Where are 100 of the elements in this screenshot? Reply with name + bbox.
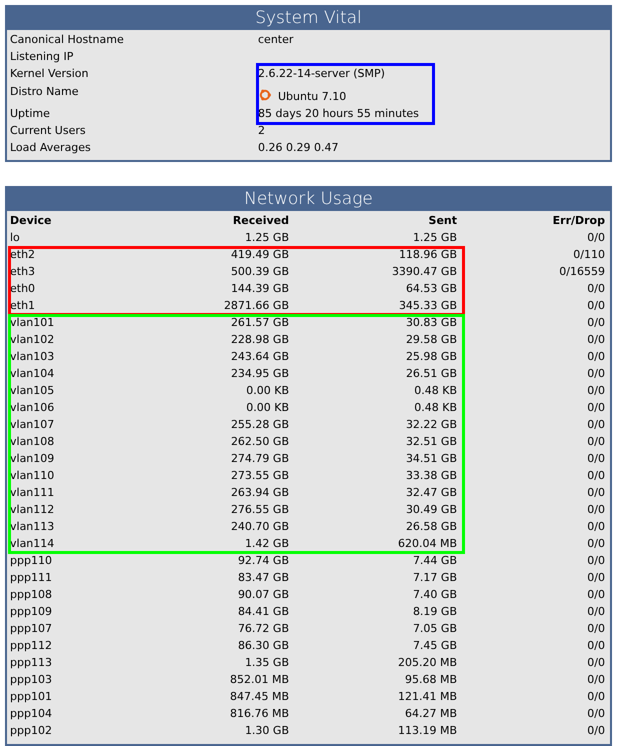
table-cell-text: lo [10,230,21,246]
column-header: Received [232,213,289,230]
table-cell-text: 240.70 GB [230,519,289,536]
table-cell-text: 7.05 GB [412,621,457,638]
table-cell-text: 95.68 MB [404,672,457,688]
table-cell-text: vlan109 [10,451,56,468]
table-cell-text: ppp102 [10,723,53,740]
table-cell-text: 8.19 GB [412,604,457,620]
table-cell-text: 0/0 [586,400,605,416]
table-cell-text: ppp112 [10,638,53,654]
table-cell-text: eth1 [10,298,36,314]
table-cell-text: 276.55 GB [230,502,289,518]
table-cell-text: ppp108 [10,587,53,604]
table-cell-text: 0.00 KB [245,383,289,400]
table-cell-text: 345.33 GB [398,298,457,314]
field-label: Current Users [10,123,87,140]
table-cell-text: 0/0 [586,706,605,722]
table-cell-text: 0/0 [586,349,605,366]
table-cell-text: 0/0 [586,587,605,604]
table-cell-text: 113.19 MB [396,723,457,740]
table-cell-text: 0/0 [586,536,605,552]
table-cell-text: vlan110 [10,468,56,484]
table-cell-text: eth3 [10,264,36,280]
table-cell-text: 0/0 [586,366,605,382]
table-cell-text: 30.49 GB [404,502,457,518]
table-cell-text: 0/0 [586,485,605,502]
table-cell-text: ppp104 [10,706,53,722]
table-cell-text: 234.95 GB [230,366,289,382]
table-cell-text: 25.98 GB [404,349,457,366]
table-cell-text: 1.25 GB [244,230,289,246]
table-cell-text: 33.38 GB [404,468,457,484]
table-cell-text: ppp107 [10,621,53,638]
table-cell-text: 0/0 [586,417,605,434]
table-cell-text: 0/0 [586,689,605,706]
table-cell-text: 0/0 [586,383,605,400]
table-cell-text: eth0 [10,281,36,298]
table-cell-text: 0/0 [586,621,605,638]
table-cell-text: 0/0 [586,604,605,620]
table-cell-text: vlan103 [10,349,56,366]
table-cell-text: 0/0 [586,655,605,672]
table-cell-text: 0/0 [586,230,605,246]
column-header: Sent [428,213,457,230]
table-cell-text: 7.44 GB [412,553,457,570]
table-cell-text: eth2 [10,247,36,264]
table-cell-text: 7.45 GB [412,638,457,654]
table-cell-text: 0/0 [586,723,605,740]
table-cell-text: 118.96 GB [398,247,457,264]
field-label: Canonical Hostname [10,32,125,48]
table-cell-text: 261.57 GB [230,315,289,332]
table-cell-text: 847.45 MB [228,689,289,706]
table-cell-text: 86.30 GB [236,638,289,654]
table-cell-text: 262.50 GB [230,434,289,450]
table-cell-text: 0.00 KB [245,400,289,416]
column-header: Err/Drop [552,213,605,230]
table-cell-text: 263.94 GB [230,485,289,502]
table-cell-text: 0/0 [586,315,605,332]
table-cell-text: 0/0 [586,298,605,314]
table-cell-text: 32.22 GB [404,417,457,434]
table-cell-text: 7.40 GB [412,587,457,604]
table-cell-text: vlan104 [10,366,56,382]
table-cell-text: 64.27 MB [404,706,457,722]
table-cell-text: vlan106 [10,400,56,416]
table-cell-text: 500.39 GB [230,264,289,280]
table-cell-text: 90.07 GB [236,587,289,604]
table-cell-text: vlan105 [10,383,56,400]
field-value: 2 [258,123,265,140]
table-cell-text: vlan102 [10,332,56,348]
table-cell-text: ppp113 [10,655,53,672]
column-header: Device [10,213,53,230]
table-cell-text: 34.51 GB [404,451,457,468]
table-cell-text: ppp103 [10,672,53,688]
table-cell-text: 0/0 [586,553,605,570]
field-value: 85 days 20 hours 55 minutes [258,106,419,122]
table-cell-text: 1.35 GB [244,655,289,672]
table-cell-text: 32.51 GB [404,434,457,450]
field-label: Listening IP [10,49,74,66]
table-cell-text: 0/0 [586,638,605,654]
field-value: 0.26 0.29 0.47 [258,140,338,156]
table-cell-text: vlan113 [10,519,56,536]
table-cell-text: 255.28 GB [230,417,289,434]
table-cell-text: 0/0 [586,434,605,450]
table-cell-text: 852.01 MB [228,672,289,688]
table-cell-text: vlan114 [10,536,56,552]
table-cell-text: ppp110 [10,553,53,570]
table-cell-text: 1.30 GB [244,723,289,740]
table-cell-text: 0/0 [586,451,605,468]
table-cell-text: 26.58 GB [404,519,457,536]
table-cell-text: 816.76 MB [228,706,289,722]
panel-title: System Vital [7,7,610,30]
table-cell-text: 243.64 GB [230,349,289,366]
table-cell-text: 228.98 GB [230,332,289,348]
table-cell-text: 273.55 GB [230,468,289,484]
table-cell-text: vlan107 [10,417,56,434]
table-cell-text: 30.83 GB [404,315,457,332]
field-label: Load Averages [10,140,92,156]
table-cell-text: vlan112 [10,502,56,518]
table-cell-text: vlan101 [10,315,56,332]
table-cell-text: 121.41 MB [396,689,457,706]
distro-logo-icon [258,88,272,102]
table-cell-text: 205.20 MB [396,655,457,672]
